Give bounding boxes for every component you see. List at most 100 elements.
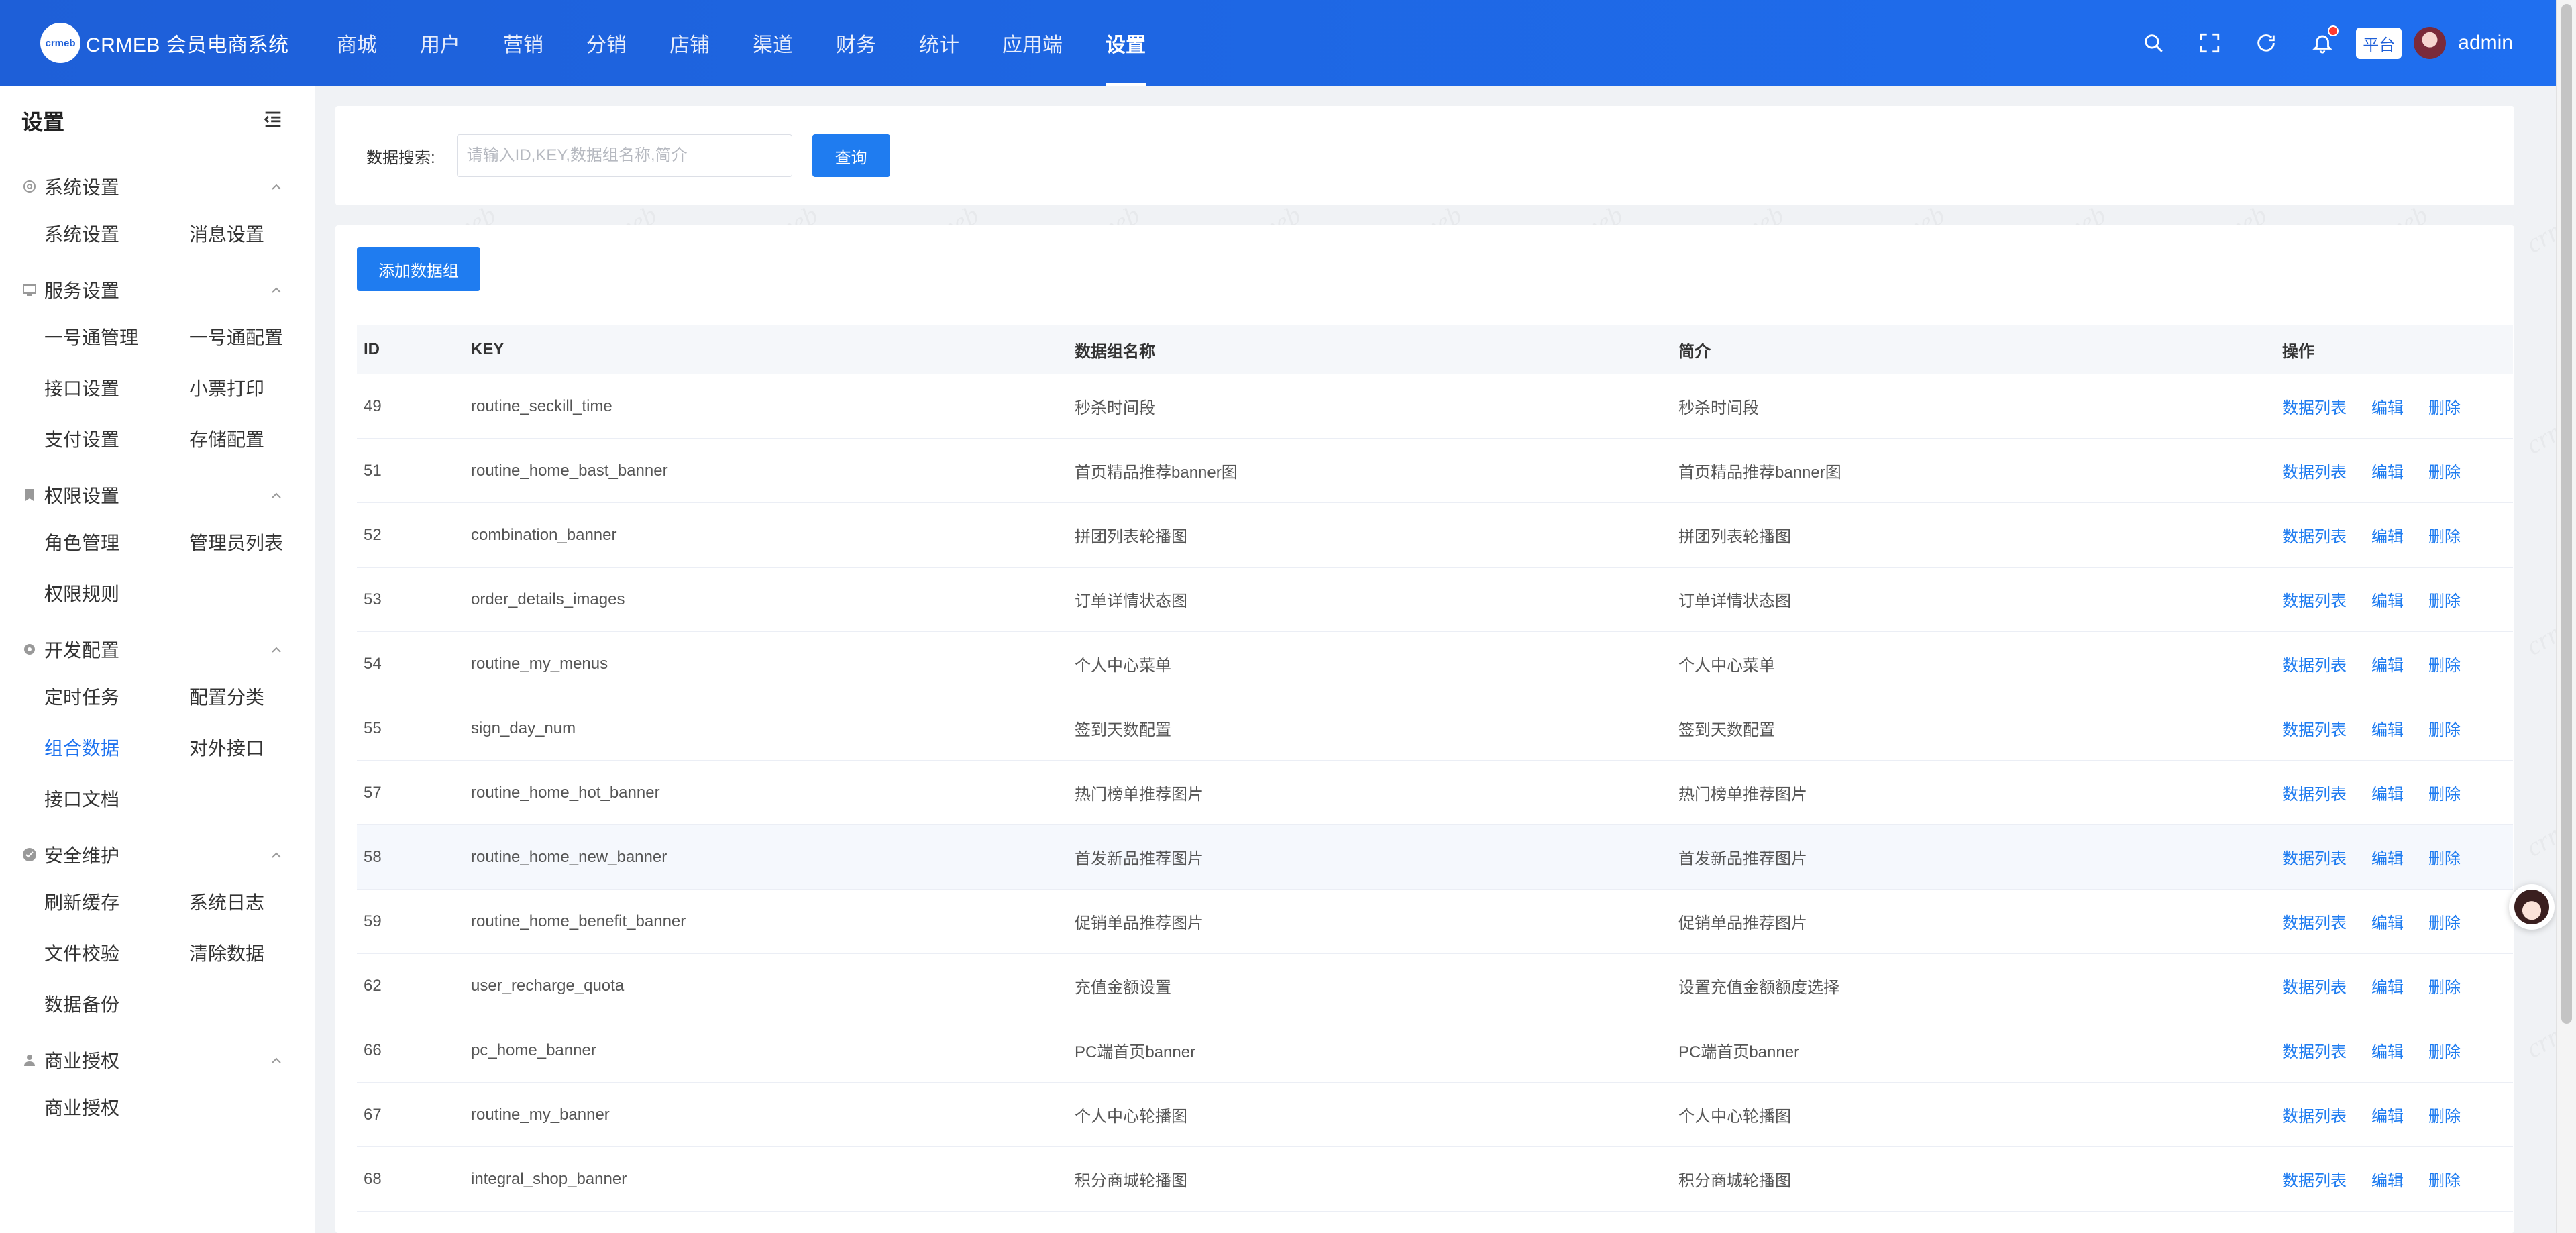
edit-link[interactable]: 编辑 xyxy=(2371,974,2404,998)
edit-link[interactable]: 编辑 xyxy=(2371,1167,2404,1191)
username[interactable]: admin xyxy=(2458,32,2513,54)
sidebar-item[interactable]: 角色管理 xyxy=(44,517,189,568)
top-nav-item[interactable]: 统计 xyxy=(898,0,981,86)
sidebar-item[interactable]: 数据备份 xyxy=(44,978,189,1029)
top-nav-item[interactable]: 设置 xyxy=(1084,0,1167,86)
top-nav-item[interactable]: 应用端 xyxy=(981,0,1084,86)
delete-link[interactable]: 删除 xyxy=(2428,459,2461,482)
sidebar-item[interactable]: 定时任务 xyxy=(44,671,189,722)
chevron-up-icon[interactable] xyxy=(268,487,284,503)
chevron-up-icon[interactable] xyxy=(268,1052,284,1068)
sidebar-item[interactable]: 组合数据 xyxy=(44,722,189,773)
edit-link[interactable]: 编辑 xyxy=(2371,781,2404,804)
chevron-up-icon[interactable] xyxy=(268,641,284,657)
sidebar-item[interactable]: 管理员列表 xyxy=(189,517,334,568)
top-nav-item[interactable]: 商城 xyxy=(315,0,398,86)
delete-link[interactable]: 删除 xyxy=(2428,1167,2461,1191)
delete-link[interactable]: 删除 xyxy=(2428,716,2461,740)
edit-link[interactable]: 编辑 xyxy=(2371,459,2404,482)
top-nav-item[interactable]: 财务 xyxy=(814,0,898,86)
data-list-link[interactable]: 数据列表 xyxy=(2282,394,2347,418)
sidebar-item[interactable]: 清除数据 xyxy=(189,927,334,978)
edit-link[interactable]: 编辑 xyxy=(2371,716,2404,740)
top-nav-item[interactable]: 分销 xyxy=(565,0,648,86)
sidebar-item[interactable]: 系统日志 xyxy=(189,876,334,927)
customer-service-button[interactable] xyxy=(2509,884,2555,930)
sidebar-item[interactable]: 存储配置 xyxy=(189,413,334,464)
refresh-icon[interactable] xyxy=(2238,15,2294,71)
data-list-link[interactable]: 数据列表 xyxy=(2282,588,2347,611)
data-list-link[interactable]: 数据列表 xyxy=(2282,716,2347,740)
sidebar-item[interactable]: 小票打印 xyxy=(189,362,334,413)
collapse-menu-icon[interactable] xyxy=(262,108,284,134)
sidebar-item[interactable]: 刷新缓存 xyxy=(44,876,189,927)
add-data-group-button[interactable]: 添加数据组 xyxy=(357,247,480,291)
delete-link[interactable]: 删除 xyxy=(2428,1103,2461,1126)
sidebar-item[interactable]: 一号通配置 xyxy=(189,311,334,362)
sidebar-item[interactable]: 支付设置 xyxy=(44,413,189,464)
sidebar-item[interactable]: 接口设置 xyxy=(44,362,189,413)
edit-link[interactable]: 编辑 xyxy=(2371,523,2404,547)
sidebar-group-header[interactable]: 系统设置 xyxy=(0,165,315,208)
top-nav-item[interactable]: 用户 xyxy=(398,0,482,86)
bell-icon[interactable] xyxy=(2294,15,2351,71)
sidebar-group-header[interactable]: 服务设置 xyxy=(0,268,315,311)
edit-link[interactable]: 编辑 xyxy=(2371,1038,2404,1062)
platform-badge[interactable]: 平台 xyxy=(2356,27,2402,59)
data-list-link[interactable]: 数据列表 xyxy=(2282,1103,2347,1126)
sidebar-item[interactable]: 商业授权 xyxy=(44,1081,189,1132)
top-nav-item[interactable]: 渠道 xyxy=(731,0,814,86)
sidebar-group-header[interactable]: 开发配置 xyxy=(0,628,315,671)
delete-link[interactable]: 删除 xyxy=(2428,394,2461,418)
delete-link[interactable]: 删除 xyxy=(2428,974,2461,998)
cell-desc: 积分商城轮播图 xyxy=(1678,1172,1791,1190)
sidebar-group-header[interactable]: 商业授权 xyxy=(0,1038,315,1081)
page-scrollbar[interactable] xyxy=(2556,0,2576,1233)
sidebar-item[interactable]: 权限规则 xyxy=(44,568,189,619)
search-input[interactable] xyxy=(456,134,792,177)
chevron-up-icon[interactable] xyxy=(268,178,284,195)
delete-link[interactable]: 删除 xyxy=(2428,523,2461,547)
data-list-link[interactable]: 数据列表 xyxy=(2282,845,2347,869)
sidebar-item[interactable]: 文件校验 xyxy=(44,927,189,978)
data-list-link[interactable]: 数据列表 xyxy=(2282,974,2347,998)
data-list-link[interactable]: 数据列表 xyxy=(2282,910,2347,933)
delete-link[interactable]: 删除 xyxy=(2428,652,2461,676)
edit-link[interactable]: 编辑 xyxy=(2371,652,2404,676)
data-list-link[interactable]: 数据列表 xyxy=(2282,781,2347,804)
sidebar-group-header[interactable]: 安全维护 xyxy=(0,833,315,876)
search-icon[interactable] xyxy=(2125,15,2182,71)
avatar[interactable] xyxy=(2414,27,2447,59)
delete-link[interactable]: 删除 xyxy=(2428,1038,2461,1062)
top-nav-item[interactable]: 营销 xyxy=(482,0,565,86)
sidebar-item[interactable]: 一号通管理 xyxy=(44,311,189,362)
edit-link[interactable]: 编辑 xyxy=(2371,1103,2404,1126)
top-nav-item[interactable]: 店铺 xyxy=(648,0,731,86)
data-list-link[interactable]: 数据列表 xyxy=(2282,459,2347,482)
fullscreen-icon[interactable] xyxy=(2182,15,2238,71)
query-button[interactable]: 查询 xyxy=(812,134,890,177)
data-list-link[interactable]: 数据列表 xyxy=(2282,523,2347,547)
sidebar-item[interactable]: 对外接口 xyxy=(189,722,334,773)
data-list-link[interactable]: 数据列表 xyxy=(2282,1167,2347,1191)
sidebar-item[interactable]: 系统设置 xyxy=(44,208,189,259)
sidebar-item[interactable]: 消息设置 xyxy=(189,208,334,259)
edit-link[interactable]: 编辑 xyxy=(2371,845,2404,869)
top-nav: 商城 用户 营销 分销 店铺 渠道 财务 统计 应用端 设置 xyxy=(315,0,1167,86)
brand-logo[interactable]: crmeb CRMEB 会员电商系统 xyxy=(0,23,315,63)
edit-link[interactable]: 编辑 xyxy=(2371,394,2404,418)
chevron-up-icon[interactable] xyxy=(268,282,284,298)
sidebar-item[interactable]: 接口文档 xyxy=(44,773,189,824)
edit-link[interactable]: 编辑 xyxy=(2371,910,2404,933)
data-list-link[interactable]: 数据列表 xyxy=(2282,652,2347,676)
delete-link[interactable]: 删除 xyxy=(2428,781,2461,804)
data-list-link[interactable]: 数据列表 xyxy=(2282,1038,2347,1062)
scrollbar-thumb[interactable] xyxy=(2561,4,2572,1024)
delete-link[interactable]: 删除 xyxy=(2428,588,2461,611)
sidebar-group-header[interactable]: 权限设置 xyxy=(0,474,315,517)
chevron-up-icon[interactable] xyxy=(268,847,284,863)
delete-link[interactable]: 删除 xyxy=(2428,845,2461,869)
edit-link[interactable]: 编辑 xyxy=(2371,588,2404,611)
delete-link[interactable]: 删除 xyxy=(2428,910,2461,933)
sidebar-item[interactable]: 配置分类 xyxy=(189,671,334,722)
